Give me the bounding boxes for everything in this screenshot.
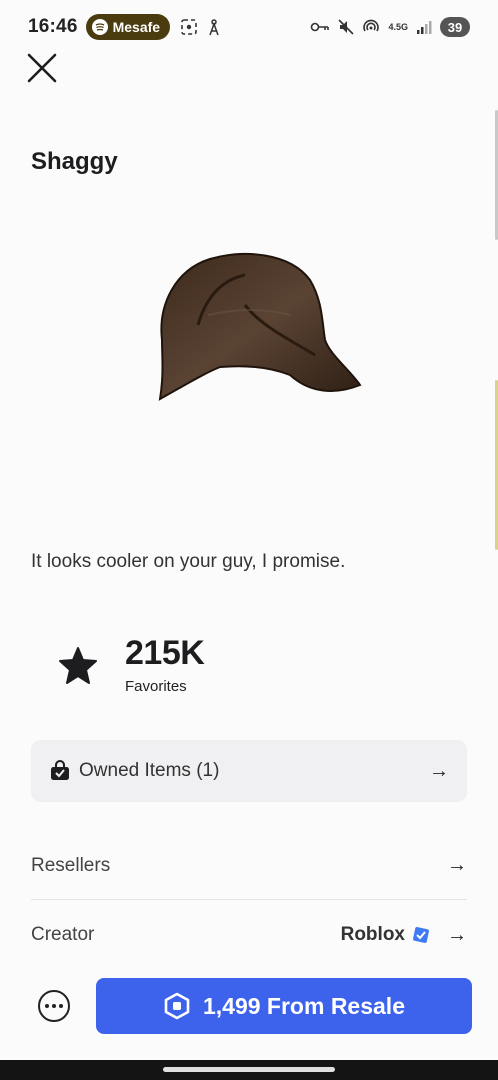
hotspot-icon: [209, 19, 219, 36]
vpn-key-icon: [311, 22, 330, 32]
favorites-label: Favorites: [125, 678, 187, 695]
more-options-icon: [45, 1004, 63, 1008]
verified-badge-icon: [413, 927, 429, 943]
arrow-right-icon: →: [447, 854, 467, 876]
spotify-icon: [91, 19, 108, 35]
resellers-row[interactable]: Resellers →: [31, 832, 467, 900]
close-button[interactable]: [22, 48, 62, 88]
owned-items-label: Owned Items (1): [79, 760, 220, 781]
mute-icon: [338, 19, 355, 35]
status-bar: 16:46 Mesafe 4.5G 39: [0, 0, 498, 54]
creator-row[interactable]: Creator Roblox →: [31, 901, 467, 969]
spotify-label: Mesafe: [112, 19, 161, 35]
item-title: Shaggy: [31, 148, 118, 175]
network-type: 4.5G: [388, 22, 408, 32]
home-gesture-handle[interactable]: [163, 1067, 335, 1072]
resellers-label: Resellers: [31, 854, 111, 876]
status-time: 16:46: [28, 16, 78, 37]
buy-from-resale-button[interactable]: 1,499 From Resale: [96, 978, 472, 1034]
hotspot-signal-icon: [363, 19, 380, 32]
close-icon: [27, 53, 57, 83]
screenshot-icon: [181, 19, 197, 35]
arrow-right-icon: →: [447, 923, 467, 946]
creator-label: Creator: [31, 924, 95, 945]
owned-items-button[interactable]: Owned Items (1) →: [31, 740, 467, 802]
favorite-button[interactable]: [56, 644, 100, 688]
spotify-pill[interactable]: Mesafe: [85, 14, 171, 40]
buy-button-label: 1,499 From Resale: [202, 992, 405, 1019]
robux-icon: [164, 992, 190, 1020]
shopping-bag-icon: [51, 760, 69, 780]
favorites-count: 215K: [125, 634, 205, 672]
more-options-button[interactable]: [38, 990, 70, 1022]
item-thumbnail: [158, 253, 362, 401]
battery-indicator: 39: [440, 17, 470, 37]
creator-name: Roblox: [340, 924, 405, 945]
item-description: It looks cooler on your guy, I promise.: [31, 551, 346, 572]
signal-icon: [417, 21, 432, 34]
star-icon: [59, 647, 97, 684]
arrow-right-icon: →: [429, 759, 449, 782]
